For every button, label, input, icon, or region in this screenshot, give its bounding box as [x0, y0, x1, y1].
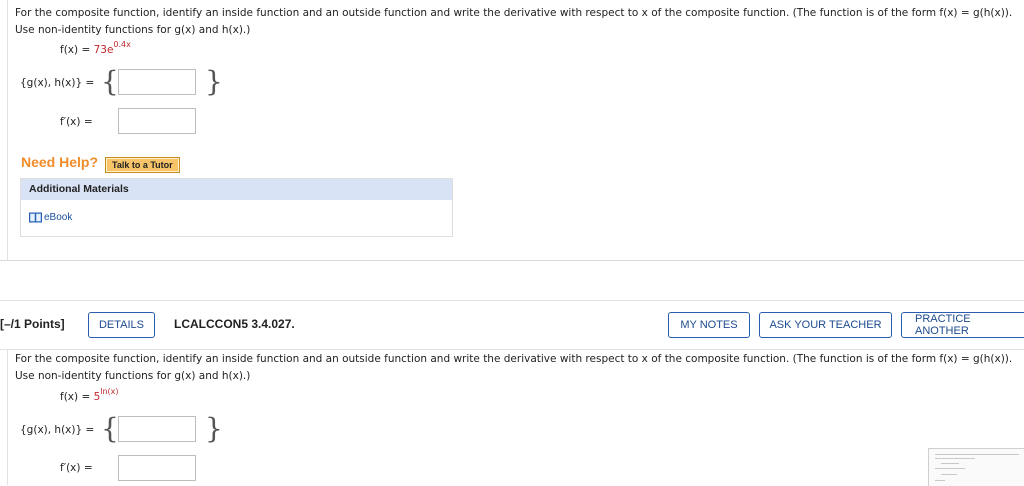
gh-answer-input[interactable]: [118, 416, 196, 442]
brace-close: }: [205, 412, 223, 445]
question-2-prompt-line1: For the composite function, identify an …: [15, 353, 1013, 365]
function-label: f(x) =: [60, 391, 94, 403]
brace-open: {: [101, 65, 119, 98]
practice-another-button-label: PRACTICE ANOTHER: [915, 313, 971, 337]
question-2-prompt-line2: Use non-identity functions for g(x) and …: [15, 370, 251, 382]
brace-open: {: [101, 412, 119, 445]
derivative-label: f′(x) =: [60, 116, 93, 128]
page-preview-thumbnail[interactable]: [928, 448, 1024, 486]
derivative-label: f′(x) =: [60, 462, 93, 474]
question-2-function: f(x) = 5ln(x): [60, 387, 119, 403]
additional-materials-heading: Additional Materials: [21, 179, 452, 200]
gh-answer-input[interactable]: [118, 69, 196, 95]
question-code: LCALCCON5 3.4.027.: [174, 317, 295, 331]
talk-to-tutor-label: Talk to a Tutor: [105, 157, 180, 173]
ask-your-teacher-button-label: ASK YOUR TEACHER: [769, 319, 882, 331]
brace-close: }: [205, 65, 223, 98]
question-1-prompt: For the composite function, identify an …: [15, 5, 1020, 39]
talk-to-tutor-button[interactable]: Talk to a Tutor: [105, 153, 180, 173]
function-exponent: 0.4x: [113, 40, 131, 49]
derivative-answer-input[interactable]: [118, 455, 196, 481]
my-notes-button-label: MY NOTES: [680, 319, 738, 331]
question-1-prompt-line2: Use non-identity functions for g(x) and …: [15, 24, 251, 36]
details-button[interactable]: DETAILS: [88, 312, 155, 338]
additional-materials-panel: Additional Materials eBook: [20, 178, 453, 237]
ask-your-teacher-button[interactable]: ASK YOUR TEACHER: [759, 312, 892, 338]
question-1-prompt-line1: For the composite function, identify an …: [15, 7, 1013, 19]
function-exponent: ln(x): [100, 387, 119, 396]
need-help-row: Need Help?: [21, 152, 98, 171]
question-1-left-border: [7, 0, 8, 260]
question-2-header: [–/1 Points] DETAILS LCALCCON5 3.4.027. …: [0, 300, 1024, 350]
book-icon: [29, 212, 42, 223]
practice-another-button[interactable]: PRACTICE ANOTHER: [901, 312, 1024, 338]
points-label: [–/1 Points]: [0, 317, 65, 331]
derivative-answer-input[interactable]: [118, 108, 196, 134]
my-notes-button[interactable]: MY NOTES: [668, 312, 750, 338]
function-label: f(x) =: [60, 44, 94, 56]
question-2-left-border: [7, 349, 8, 485]
need-help-label: Need Help?: [21, 154, 99, 170]
question-1-function: f(x) = 73e0.4x: [60, 40, 131, 56]
question-2-prompt: For the composite function, identify an …: [15, 351, 1020, 385]
details-button-label: DETAILS: [98, 319, 145, 331]
function-base: 73e: [93, 44, 114, 56]
ebook-link[interactable]: eBook: [29, 212, 72, 223]
gh-label: {g(x), h(x)} =: [20, 424, 95, 436]
ebook-label: eBook: [44, 212, 73, 223]
gh-label: {g(x), h(x)} =: [20, 77, 95, 89]
